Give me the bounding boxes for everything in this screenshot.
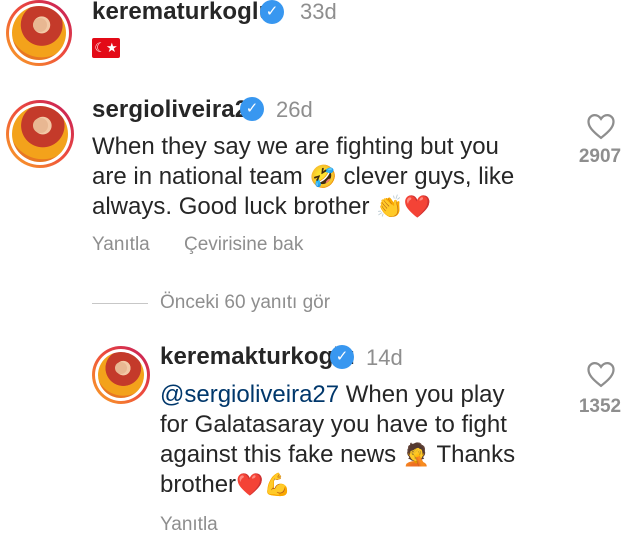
comment-line-text: When you play: [339, 381, 505, 408]
clap-heart-emoji-icon: 👏❤️: [376, 194, 431, 219]
turkey-flag-icon: ☾★: [92, 38, 120, 58]
avatar-ring: [9, 3, 69, 63]
comment-line-text: clever guys, like: [343, 163, 515, 190]
comment-username[interactable]: keremakturkoglu: [160, 343, 355, 371]
comment-time: 14d: [366, 345, 403, 370]
comment-line: against this fake news 🤦 Thanks: [160, 440, 580, 470]
comment-line: brother❤️💪: [160, 470, 580, 500]
verified-badge-icon: ✓: [330, 345, 354, 369]
comment-line-text: Thanks: [436, 441, 516, 468]
comment-time: 26d: [276, 97, 313, 122]
rofl-emoji-icon: 🤣: [309, 164, 337, 189]
heart-muscle-emoji-icon: ❤️💪: [236, 472, 291, 497]
facepalm-emoji-icon: 🤦: [402, 442, 431, 467]
view-previous-replies-button[interactable]: Önceki 60 yanıtı gör: [160, 292, 330, 314]
comment-line: @sergioliveira27 When you play: [160, 380, 580, 410]
comment-username[interactable]: sergioliveira27: [92, 96, 262, 124]
avatar-image: [98, 352, 144, 398]
comment-line: When they say we are fighting but you: [92, 133, 499, 160]
verified-badge-icon: ✓: [260, 0, 284, 24]
comment-line-text: are in national team: [92, 163, 303, 190]
like-count: 1352: [578, 396, 622, 417]
avatar-image: [12, 106, 68, 162]
avatar-ring: [95, 349, 147, 401]
comment-username[interactable]: kerematurkoglu: [92, 0, 273, 26]
see-translation-button[interactable]: Çevirisine bak: [184, 234, 303, 256]
comment-text: @sergioliveira27 When you play for Galat…: [160, 380, 580, 500]
like-heart-icon[interactable]: [586, 112, 616, 140]
comment-line: for Galatasaray you have to fight: [160, 411, 507, 438]
avatar[interactable]: [6, 0, 72, 66]
avatar-ring: [9, 103, 71, 165]
like-heart-icon[interactable]: [586, 360, 616, 388]
thread-divider: [92, 303, 148, 304]
mention-link[interactable]: @sergioliveira27: [160, 381, 339, 408]
comment-line-text: brother: [160, 471, 237, 498]
avatar-image: [12, 6, 66, 60]
reply-button[interactable]: Yanıtla: [92, 234, 150, 256]
comment-line-text: always. Good luck brother: [92, 193, 370, 220]
like-count: 2907: [578, 146, 622, 167]
comment-text: When they say we are fighting but you ar…: [92, 132, 572, 222]
comment-line-text: against this fake news: [160, 441, 397, 468]
verified-badge-icon: ✓: [240, 97, 264, 121]
comment-time: 33d: [300, 0, 337, 24]
comment-line: are in national team 🤣 clever guys, like: [92, 162, 572, 192]
reply-button[interactable]: Yanıtla: [160, 514, 218, 536]
avatar[interactable]: [92, 346, 150, 404]
comment-line: always. Good luck brother 👏❤️: [92, 192, 572, 222]
avatar[interactable]: [6, 100, 74, 168]
